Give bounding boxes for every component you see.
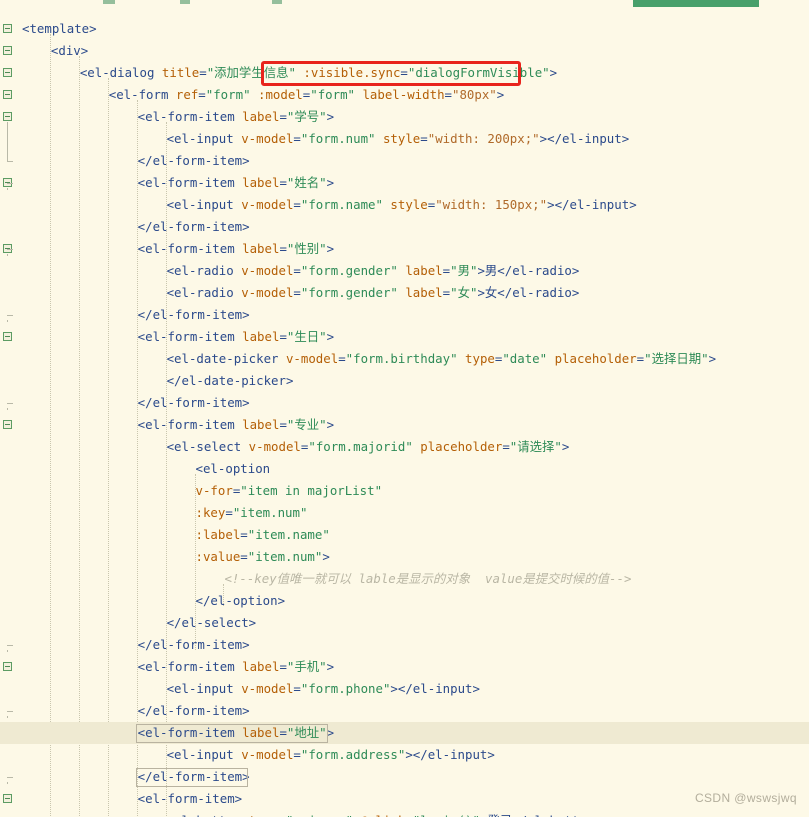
clipped-glyph-1 — [103, 0, 115, 4]
code-line[interactable]: <el-form-item label="学号"> — [138, 106, 334, 128]
code-line[interactable]: <el-date-picker v-model="form.birthday" … — [167, 348, 716, 370]
code-line[interactable]: <el-form-item label="生日"> — [138, 326, 334, 348]
code-line[interactable]: <!--key值唯一就可以 lable是显示的对象 value是提交时候的值--… — [224, 568, 631, 590]
fold-toggle-icon[interactable] — [3, 112, 12, 121]
code-line[interactable]: <el-input v-model="form.num" style="widt… — [167, 128, 630, 150]
code-line[interactable]: <el-radio v-model="form.gender" label="男… — [167, 260, 580, 282]
code-line[interactable]: :key="item.num" — [196, 502, 308, 524]
fold-toggle-icon[interactable] — [3, 332, 12, 341]
code-line[interactable]: <el-option — [196, 458, 271, 480]
code-line[interactable]: <el-input v-model="form.phone"></el-inpu… — [167, 678, 480, 700]
indent-guide — [78, 56, 80, 817]
fold-connector — [7, 188, 8, 190]
code-line[interactable]: <el-form ref="form" :model="form" label-… — [109, 84, 504, 106]
code-editor-pane[interactable]: <template> <div> <el-dialog title="添加学生信息"… — [0, 0, 809, 817]
code-line[interactable]: <el-radio v-model="form.gender" label="女… — [167, 282, 580, 304]
annotation-rectangle — [260, 61, 521, 86]
code-line[interactable]: <el-form-item> — [138, 788, 242, 810]
code-line[interactable]: <el-input v-model="form.name" style="wid… — [167, 194, 637, 216]
code-line[interactable]: :value="item.num"> — [196, 546, 330, 568]
code-line[interactable]: <el-input v-model="form.address"></el-in… — [167, 744, 495, 766]
fold-connector-end — [7, 645, 13, 646]
code-line[interactable]: <el-form-item label="手机"> — [138, 656, 334, 678]
code-line[interactable]: </el-form-item> — [138, 700, 250, 722]
fold-connector-end — [7, 315, 13, 316]
code-line[interactable]: </el-date-picker> — [167, 370, 294, 392]
fold-connector — [7, 408, 8, 410]
code-line[interactable]: </el-form-item> — [138, 304, 250, 326]
code-line[interactable]: <el-form-item label="性别"> — [138, 238, 334, 260]
code-line[interactable]: </el-form-item> — [138, 634, 250, 656]
fold-toggle-icon[interactable] — [3, 24, 12, 33]
fold-connector-end — [7, 777, 13, 778]
fold-toggle-icon[interactable] — [3, 662, 12, 671]
fold-toggle-icon[interactable] — [3, 46, 12, 55]
fold-connector — [7, 782, 8, 784]
code-line[interactable]: <el-form-item label="姓名"> — [138, 172, 334, 194]
fold-toggle-icon[interactable] — [3, 68, 12, 77]
indent-guide — [49, 34, 51, 817]
code-line[interactable]: </el-option> — [196, 590, 286, 612]
fold-connector-end — [7, 711, 13, 712]
code-line[interactable]: </el-form-item> — [138, 150, 250, 172]
code-line[interactable]: <el-form-item label="专业"> — [138, 414, 334, 436]
code-line[interactable]: <el-button type="primary" @click="login(… — [167, 810, 602, 817]
code-line[interactable]: :label="item.name" — [196, 524, 330, 546]
fold-connector — [7, 320, 8, 322]
fold-connector — [7, 254, 8, 256]
fold-connector-end — [7, 161, 13, 162]
code-line[interactable]: <template> — [22, 18, 97, 40]
top-status-bar — [633, 0, 759, 7]
fold-connector-end — [7, 183, 13, 184]
code-line[interactable]: <el-select v-model="form.majorid" placeh… — [167, 436, 570, 458]
editor-gutter[interactable] — [0, 0, 16, 817]
matching-tag-outline — [135, 724, 328, 743]
code-line[interactable]: </el-form-item> — [138, 392, 250, 414]
code-line[interactable]: </el-select> — [167, 612, 257, 634]
indent-guide — [107, 78, 109, 817]
matching-tag-outline — [135, 768, 249, 787]
fold-connector — [7, 650, 8, 652]
fold-connector — [7, 122, 8, 161]
fold-toggle-icon[interactable] — [3, 90, 12, 99]
clipped-glyph-2 — [180, 0, 190, 4]
code-line[interactable]: v-for="item in majorList" — [196, 480, 383, 502]
watermark: CSDN @wswsjwq — [694, 791, 797, 805]
code-line[interactable]: <div> — [51, 40, 88, 62]
fold-toggle-icon[interactable] — [3, 420, 12, 429]
code-line[interactable]: </el-form-item> — [138, 216, 250, 238]
fold-connector-end — [7, 403, 13, 404]
fold-connector-end — [7, 249, 13, 250]
fold-connector — [7, 716, 8, 718]
current-line-highlight — [0, 722, 809, 744]
fold-toggle-icon[interactable] — [3, 794, 12, 803]
clipped-glyph-3 — [272, 0, 282, 4]
